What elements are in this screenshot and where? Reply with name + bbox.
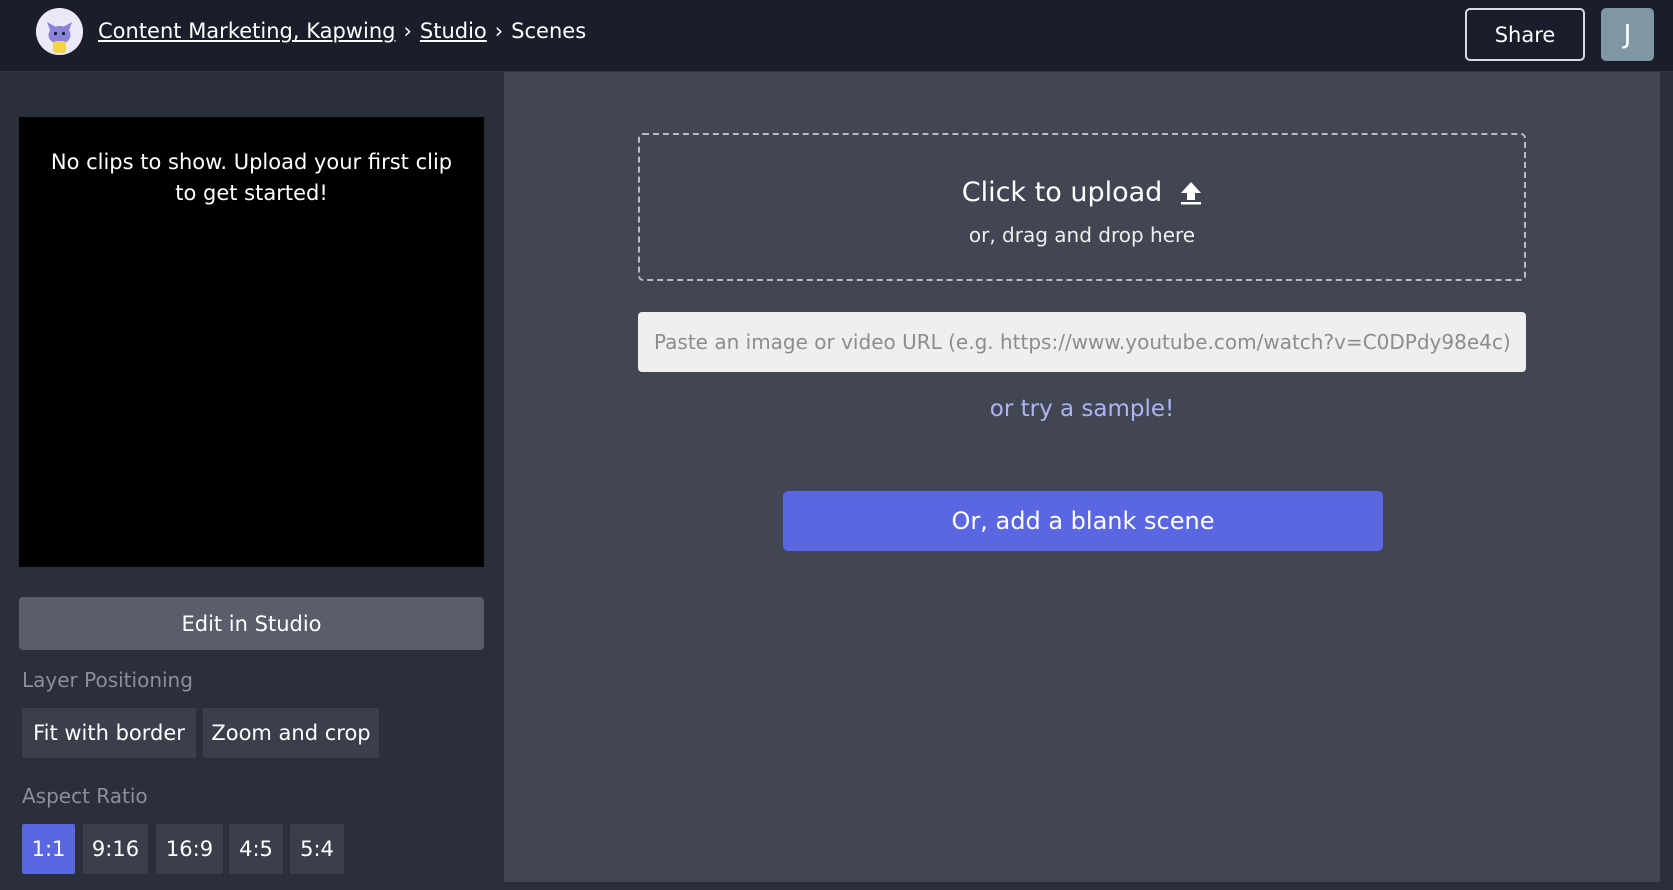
aspect-ratio-label: Aspect Ratio — [22, 784, 148, 808]
scene-upload-panel: Click to upload or, drag and drop here o… — [504, 72, 1660, 882]
upload-title: Click to upload — [961, 177, 1163, 208]
add-blank-scene-button[interactable]: Or, add a blank scene — [783, 491, 1383, 551]
breadcrumb-workspace-link[interactable]: Content Marketing, Kapwing — [98, 19, 395, 43]
try-sample-link[interactable]: or try a sample! — [638, 396, 1526, 422]
fit-with-border-button[interactable]: Fit with border — [22, 708, 196, 758]
breadcrumb-current-page: Scenes — [511, 19, 587, 43]
upload-dropzone[interactable]: Click to upload or, drag and drop here — [638, 133, 1526, 281]
aspect-ratio-5-4-button[interactable]: 5:4 — [290, 824, 344, 874]
aspect-ratio-4-5-button[interactable]: 4:5 — [229, 824, 283, 874]
zoom-and-crop-button[interactable]: Zoom and crop — [203, 708, 379, 758]
breadcrumb-separator: › — [494, 19, 504, 43]
share-button[interactable]: Share — [1465, 8, 1585, 61]
media-url-input[interactable] — [638, 312, 1526, 372]
edit-in-studio-button[interactable]: Edit in Studio — [19, 597, 484, 650]
breadcrumb: Content Marketing, Kapwing › Studio › Sc… — [98, 14, 586, 48]
page-scrollbar[interactable] — [1660, 72, 1673, 890]
layer-positioning-label: Layer Positioning — [22, 668, 193, 692]
user-avatar[interactable]: J — [1601, 8, 1654, 61]
kapwing-cat-logo-icon[interactable] — [36, 8, 83, 55]
upload-title-row: Click to upload — [640, 177, 1524, 208]
breadcrumb-studio-link[interactable]: Studio — [420, 19, 487, 43]
sidebar: No clips to show. Upload your first clip… — [0, 72, 504, 890]
top-bar: Content Marketing, Kapwing › Studio › Sc… — [0, 0, 1673, 72]
aspect-ratio-16-9-button[interactable]: 16:9 — [156, 824, 223, 874]
aspect-ratio-9-16-button[interactable]: 9:16 — [83, 824, 148, 874]
upload-arrow-icon — [1180, 181, 1202, 205]
empty-preview-message: No clips to show. Upload your first clip… — [50, 150, 453, 205]
aspect-ratio-1-1-button[interactable]: 1:1 — [22, 824, 75, 874]
upload-subtitle: or, drag and drop here — [968, 223, 1196, 247]
clip-preview-canvas: No clips to show. Upload your first clip… — [19, 117, 484, 567]
breadcrumb-separator: › — [403, 19, 412, 43]
